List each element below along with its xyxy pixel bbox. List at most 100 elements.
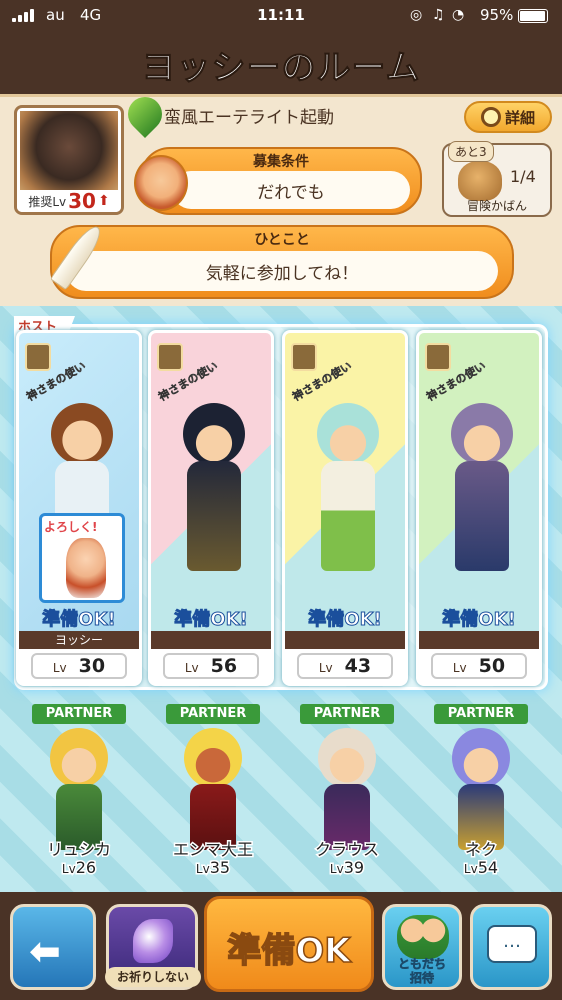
- chat-bubble-icon: …: [487, 925, 537, 963]
- member-card-2[interactable]: 神さまの使い 準備OK! Lv 56: [148, 330, 274, 686]
- lv-label: Lv: [452, 661, 467, 675]
- ready-status: 準備OK!: [42, 609, 116, 631]
- character-figure: [171, 403, 255, 593]
- sticker-character: [66, 538, 106, 598]
- member-card-3[interactable]: 神さまの使い 準備OK! Lv 43: [282, 330, 408, 686]
- character-head: [51, 403, 113, 465]
- pray-toggle-button[interactable]: お祈りしない: [105, 904, 201, 990]
- leaf-icon: [120, 89, 170, 139]
- detail-button[interactable]: 詳細: [464, 101, 552, 133]
- lv-label: Lv: [60, 861, 77, 878]
- comment-text: 気軽に参加してね！: [66, 251, 498, 291]
- recruit-mascot-icon: [134, 155, 188, 211]
- lv-label: Lv: [328, 861, 345, 878]
- character-body: [455, 461, 509, 571]
- comment-box[interactable]: ひとこと 気軽に参加してね！: [50, 225, 514, 299]
- member-name: [419, 631, 539, 649]
- lv-label: Lv: [52, 661, 67, 675]
- battery-percent: 95%: [480, 6, 514, 24]
- level-value: 43: [344, 655, 372, 677]
- partner-level: Lv39: [284, 857, 410, 879]
- wifi-icon: ◔: [452, 7, 465, 23]
- boss-portrait: 推奨Lv 30 ⬆: [14, 105, 124, 215]
- back-button[interactable]: ⬅: [10, 904, 96, 990]
- ready-status: 準備OK!: [442, 609, 516, 631]
- lv-label: Lv: [184, 661, 199, 675]
- ready-button[interactable]: 準備OK: [204, 896, 374, 992]
- pray-label: お祈りしない: [105, 967, 201, 987]
- up-arrow-icon: ⬆: [97, 193, 110, 209]
- bag-icon: [458, 161, 502, 201]
- ready-status: 準備OK!: [308, 609, 382, 631]
- prayer-gem-icon: [133, 919, 173, 963]
- clock: 11:11: [257, 6, 305, 24]
- headphones-icon: ♫: [432, 7, 445, 23]
- character-figure: [305, 403, 389, 593]
- friends-icon: [397, 915, 449, 959]
- partner-tag: PARTNER: [434, 704, 528, 724]
- battery-icon: [518, 9, 548, 23]
- partner-figure: [312, 728, 382, 850]
- bow-icon: [25, 343, 51, 371]
- partner-head: [318, 728, 376, 788]
- partner-tag: PARTNER: [32, 704, 126, 724]
- magnifier-icon: [480, 107, 501, 127]
- rotation-lock-icon: ◎: [410, 7, 423, 23]
- bag-count: 1/4: [510, 167, 536, 186]
- greeting-sticker: よろしく!: [39, 513, 125, 603]
- member-card-4[interactable]: 神さまの使い 準備OK! Lv 50: [416, 330, 542, 686]
- character-head: [317, 403, 379, 465]
- member-level: Lv 50: [431, 653, 527, 679]
- recruit-condition[interactable]: 募集条件 だれでも: [134, 147, 422, 215]
- member-name: [151, 631, 271, 649]
- partner-head: [50, 728, 108, 788]
- recommended-level: 推奨Lv 30 ⬆: [17, 189, 121, 213]
- partner-tag: PARTNER: [300, 704, 394, 724]
- lv-label: Lv: [462, 861, 479, 878]
- partner-figure: [178, 728, 248, 850]
- detail-button-label: 詳細: [504, 108, 535, 127]
- invite-friends-label-1: ともだち: [397, 957, 447, 972]
- partner-name: クラウス: [313, 839, 380, 861]
- level-value: 30: [78, 655, 106, 677]
- partner-tag: PARTNER: [166, 704, 260, 724]
- recruit-condition-value: だれでも: [172, 171, 410, 209]
- partner-name: エンマ大王: [171, 839, 254, 861]
- member-level: Lv 43: [297, 653, 393, 679]
- member-card-host[interactable]: 神さまの使い よろしく! 準備OK! ヨッシー Lv 30: [16, 330, 142, 686]
- shield-icon: [157, 343, 183, 371]
- ready-button-label: 準備OK: [227, 930, 352, 972]
- partner-level-value: 35: [208, 857, 231, 879]
- partner-head: [452, 728, 510, 788]
- lv-label: Lv: [318, 661, 333, 675]
- partner-level: Lv54: [418, 857, 544, 879]
- partner-figure: [446, 728, 516, 850]
- partner-level-value: 39: [342, 857, 365, 879]
- character-body: [187, 461, 241, 571]
- back-arrow-icon: ⬅: [29, 929, 61, 973]
- page-title: ヨッシーのルーム: [141, 48, 421, 89]
- character-head: [451, 403, 513, 465]
- adventure-bag-button[interactable]: あと3 1/4 冒険かばん: [442, 141, 552, 217]
- member-name: ヨッシー: [19, 631, 139, 649]
- partner-head: [184, 728, 242, 788]
- invite-friends-button[interactable]: ともだち 招待: [382, 904, 462, 990]
- ready-status: 準備OK!: [174, 609, 248, 631]
- status-bar: au 4G 11:11 ◎ ♫ ◔ 95%: [0, 0, 562, 32]
- character-figure: [439, 403, 523, 593]
- partner-name: ネク: [463, 839, 498, 861]
- bag-label: 冒険かばん: [466, 199, 527, 213]
- sticker-text: よろしく!: [44, 520, 98, 534]
- title-bar: ヨッシーのルーム: [0, 32, 562, 94]
- chat-button[interactable]: …: [470, 904, 552, 990]
- partner-level-value: 54: [476, 857, 499, 879]
- recommended-level-value: 30: [68, 189, 96, 213]
- bottom-toolbar: ⬅ お祈りしない 準備OK ともだち 招待 …: [0, 892, 562, 1000]
- bag-remaining-badge: あと3: [448, 141, 494, 162]
- invite-friends-label-2: 招待: [409, 971, 435, 986]
- level-value: 50: [478, 655, 506, 677]
- lv-label: Lv: [194, 861, 211, 878]
- character-head: [183, 403, 245, 465]
- quest-name: 蛮風エーテライト起動: [164, 108, 334, 128]
- boss-face-image: [20, 111, 118, 201]
